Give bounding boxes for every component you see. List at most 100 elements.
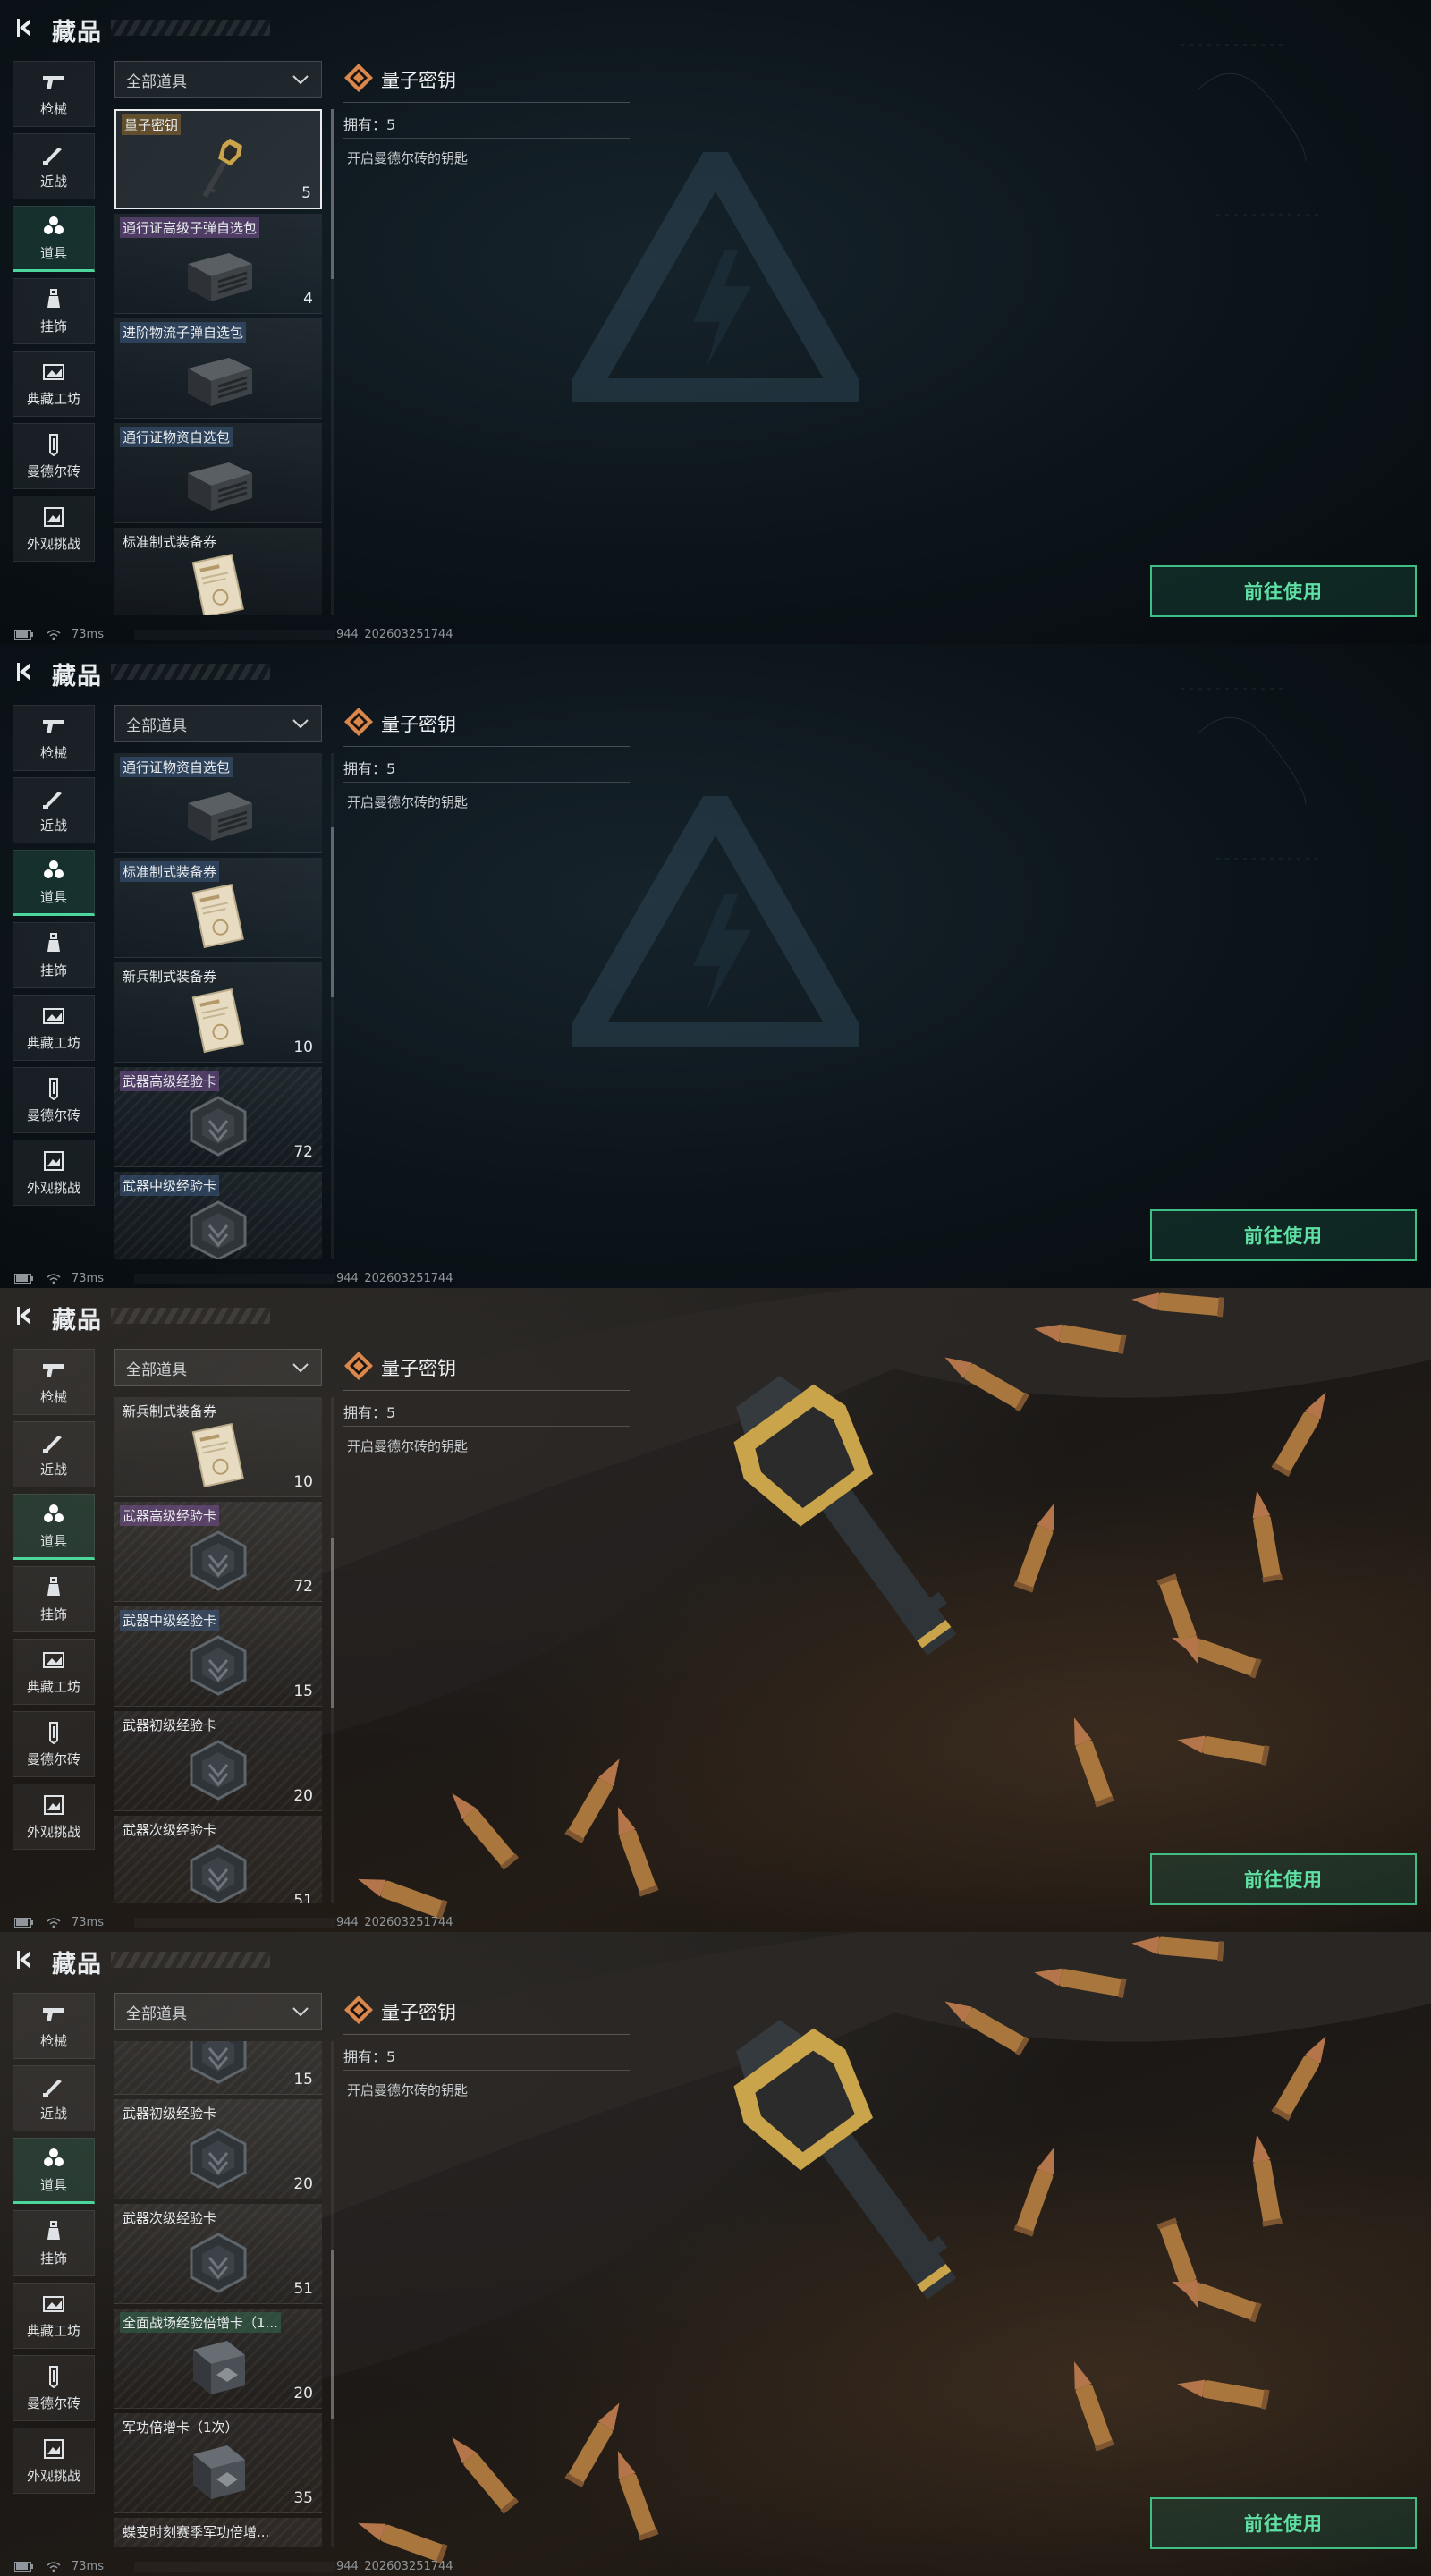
sidebar-item-6[interactable]: 外观挑战 <box>13 1140 95 1206</box>
charm-icon <box>47 288 60 308</box>
challenge-icon <box>44 1150 64 1171</box>
item-filter-dropdown[interactable]: 全部道具 <box>114 1349 322 1386</box>
item-list-scrollbar[interactable] <box>331 753 334 1259</box>
scrollbar-thumb[interactable] <box>331 1538 334 1708</box>
sidebar-item-2[interactable]: 道具 <box>13 1494 95 1560</box>
scrollbar-thumb[interactable] <box>331 827 334 997</box>
sidebar-item-3[interactable]: 挂饰 <box>13 1566 95 1632</box>
back-arrow-icon[interactable] <box>14 1948 38 1971</box>
sidebar-item-4[interactable]: 典藏工坊 <box>13 351 95 417</box>
item-card[interactable]: 通行证物资自选包 <box>114 753 322 853</box>
sidebar-item-4[interactable]: 典藏工坊 <box>13 1639 95 1705</box>
knife-icon <box>43 791 62 809</box>
back-arrow-icon[interactable] <box>14 660 38 683</box>
sidebar-item-0[interactable]: 枪械 <box>13 705 95 771</box>
go-use-button[interactable]: 前往使用 <box>1150 1209 1417 1261</box>
item-card[interactable]: 量子密钥 5 <box>114 109 322 209</box>
item-card[interactable]: 武器次级经验卡 51 <box>114 2204 322 2304</box>
hud-decoration <box>1181 688 1324 860</box>
voucher-icon <box>191 883 244 949</box>
item-card[interactable]: 标准制式装备券 <box>114 858 322 958</box>
sidebar-item-5[interactable]: 曼德尔砖 <box>13 1711 95 1777</box>
top-bar: 藏品 <box>0 1932 1431 1984</box>
knife-icon <box>43 2079 62 2097</box>
item-filter-dropdown[interactable]: 全部道具 <box>114 61 322 98</box>
network-latency: 73ms <box>72 2560 104 2573</box>
sidebar-item-0[interactable]: 枪械 <box>13 1993 95 2059</box>
item-card[interactable]: 全面战场经验倍增卡（1... 20 <box>114 2309 322 2409</box>
pistol-icon <box>43 2007 64 2021</box>
items-icon <box>44 2148 64 2166</box>
item-filter-dropdown[interactable]: 全部道具 <box>114 1993 322 2030</box>
sidebar-item-4[interactable]: 典藏工坊 <box>13 995 95 1061</box>
item-list-scrollbar[interactable] <box>331 2041 334 2547</box>
item-card[interactable]: 标准制式装备券 <box>114 528 322 615</box>
item-count: 35 <box>293 2489 313 2507</box>
go-use-button[interactable]: 前往使用 <box>1150 1853 1417 1905</box>
sidebar-item-6[interactable]: 外观挑战 <box>13 496 95 562</box>
item-card[interactable]: 通行证高级子弹自选包 4 <box>114 214 322 314</box>
item-card[interactable]: 进阶物流子弹自选包 <box>114 318 322 419</box>
back-arrow-icon[interactable] <box>14 1304 38 1327</box>
sidebar-item-label: 外观挑战 <box>26 1823 80 1840</box>
item-card[interactable]: 武器初级经验卡 20 <box>114 2099 322 2199</box>
sidebar-item-label: 挂饰 <box>39 2250 67 2267</box>
sidebar-item-label: 典藏工坊 <box>26 390 80 407</box>
sidebar-item-label: 道具 <box>39 244 67 261</box>
item-list-scrollbar[interactable] <box>331 1397 334 1903</box>
item-count: 15 <box>293 2071 313 2089</box>
sidebar-item-1[interactable]: 近战 <box>13 2065 95 2131</box>
item-card[interactable]: 蝶变时刻赛季军功倍增... <box>114 2518 322 2547</box>
scrollbar-thumb[interactable] <box>331 109 334 279</box>
sidebar-item-1[interactable]: 近战 <box>13 133 95 199</box>
sidebar-item-3[interactable]: 挂饰 <box>13 278 95 344</box>
item-card[interactable]: 武器高级经验卡 72 <box>114 1067 322 1167</box>
item-list-scrollbar[interactable] <box>331 109 334 615</box>
sidebar-item-2[interactable]: 道具 <box>13 2138 95 2204</box>
sidebar-item-5[interactable]: 曼德尔砖 <box>13 2355 95 2421</box>
item-filter-dropdown[interactable]: 全部道具 <box>114 705 322 742</box>
sidebar-item-2[interactable]: 道具 <box>13 206 95 272</box>
go-use-button[interactable]: 前往使用 <box>1150 565 1417 617</box>
item-card[interactable]: 武器中级经验卡 <box>114 1172 322 1259</box>
sidebar-item-4[interactable]: 典藏工坊 <box>13 2283 95 2349</box>
sidebar-item-3[interactable]: 挂饰 <box>13 922 95 988</box>
item-card[interactable]: 军功倍增卡（1次） 35 <box>114 2413 322 2513</box>
item-card[interactable]: 武器初级经验卡 20 <box>114 1711 322 1811</box>
chevron-down-icon <box>292 75 309 85</box>
divider <box>343 102 630 103</box>
item-count: 10 <box>293 1473 313 1491</box>
item-card[interactable]: 武器高级经验卡 72 <box>114 1502 322 1602</box>
sidebar-item-0[interactable]: 枪械 <box>13 61 95 127</box>
knife-icon <box>43 147 62 165</box>
items-icon <box>44 860 64 878</box>
go-use-button-label: 前往使用 <box>1244 1225 1323 1247</box>
item-card[interactable]: 武器次级经验卡 51 <box>114 1816 322 1903</box>
go-use-button[interactable]: 前往使用 <box>1150 2497 1417 2549</box>
sidebar-item-label: 典藏工坊 <box>26 1678 80 1695</box>
item-category-diamond-icon <box>344 64 373 92</box>
item-card[interactable]: 新兵制式装备券 10 <box>114 962 322 1063</box>
quantum-key-artwork <box>322 1288 1431 1920</box>
sidebar-item-2[interactable]: 道具 <box>13 850 95 916</box>
sidebar-item-5[interactable]: 曼德尔砖 <box>13 1067 95 1133</box>
sidebar-item-1[interactable]: 近战 <box>13 1421 95 1487</box>
sidebar-item-0[interactable]: 枪械 <box>13 1349 95 1415</box>
item-name: 武器高级经验卡 <box>120 1505 220 1526</box>
pistol-icon <box>43 1363 64 1377</box>
voucher-icon <box>191 987 244 1054</box>
divider <box>343 1390 630 1391</box>
item-card[interactable]: 15 <box>114 2041 322 2095</box>
scrollbar-thumb[interactable] <box>331 2250 334 2419</box>
item-card[interactable]: 新兵制式装备券 10 <box>114 1397 322 1497</box>
item-card[interactable]: 通行证物资自选包 <box>114 423 322 523</box>
sidebar-item-5[interactable]: 曼德尔砖 <box>13 423 95 489</box>
sidebar-item-1[interactable]: 近战 <box>13 777 95 843</box>
sidebar-item-6[interactable]: 外观挑战 <box>13 1784 95 1850</box>
back-arrow-icon[interactable] <box>14 16 38 39</box>
sidebar-item-6[interactable]: 外观挑战 <box>13 2428 95 2494</box>
sidebar-item-3[interactable]: 挂饰 <box>13 2210 95 2276</box>
ammo-crate-icon <box>188 358 252 406</box>
boost-card-icon <box>193 2341 245 2394</box>
item-card[interactable]: 武器中级经验卡 15 <box>114 1606 322 1707</box>
